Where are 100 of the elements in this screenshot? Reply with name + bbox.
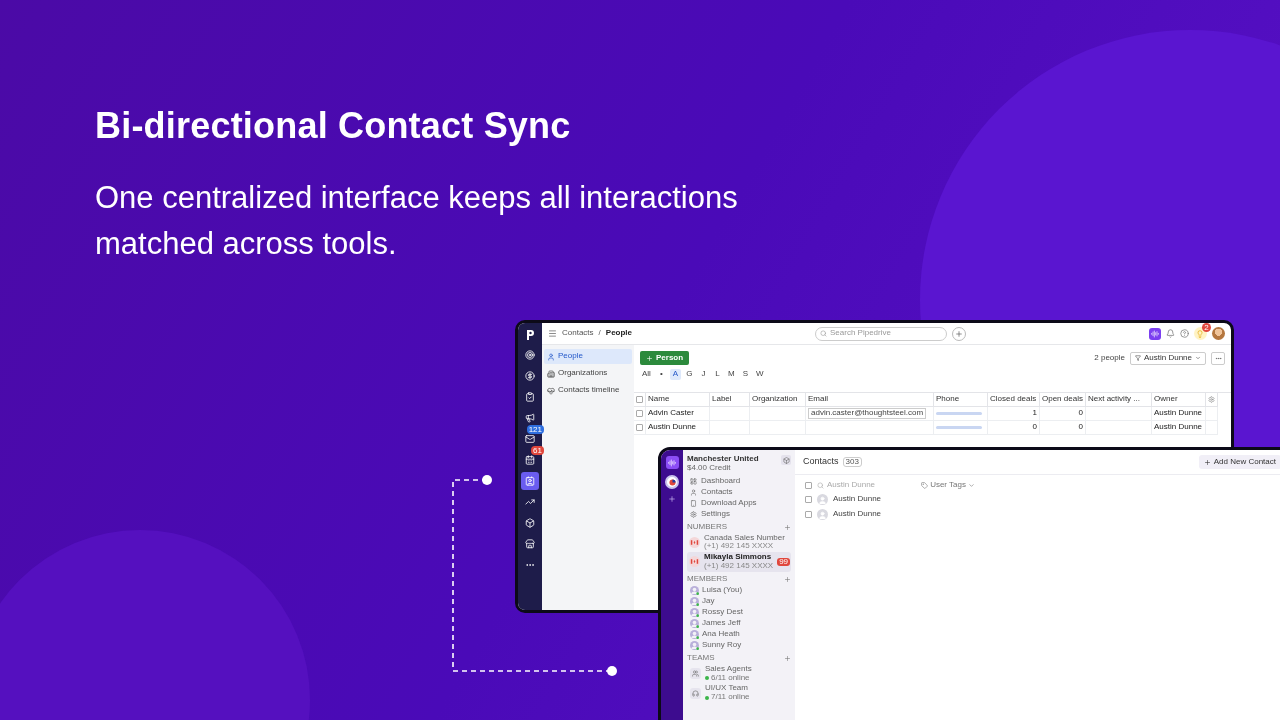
- breadcrumb-link[interactable]: Contacts: [562, 329, 594, 338]
- box-icon: [525, 518, 535, 528]
- team-name[interactable]: Sales Agents: [705, 664, 752, 674]
- email-field[interactable]: advin.caster@thoughtsteel.com: [808, 408, 927, 419]
- workspace-button[interactable]: [781, 455, 791, 465]
- letter-filter[interactable]: M: [725, 369, 737, 380]
- member-item[interactable]: Ana Heath: [687, 628, 791, 640]
- phone-icon: [690, 499, 697, 507]
- nav-item[interactable]: Settings: [687, 508, 791, 520]
- caret-icon: [968, 481, 975, 489]
- contact-row[interactable]: Austin Dunne: [805, 508, 975, 520]
- letter-filter[interactable]: J: [697, 369, 709, 380]
- plus-icon: [955, 329, 963, 338]
- count-badge: 121: [526, 425, 544, 434]
- column-header[interactable]: Next activity ...: [1086, 393, 1152, 407]
- side-menu-item[interactable]: Contacts timeline: [544, 383, 632, 398]
- table-cell: 0: [1040, 407, 1086, 421]
- nav-item[interactable]: Contacts: [687, 486, 791, 498]
- person-icon: [547, 352, 555, 361]
- add-icon[interactable]: [668, 495, 676, 503]
- tags-dropdown[interactable]: User Tags: [921, 481, 975, 490]
- number-name: Canada Sales Number: [704, 533, 785, 543]
- app-icon[interactable]: [1149, 327, 1161, 340]
- filter-icon: [1134, 355, 1141, 361]
- nav-item[interactable]: Dashboard: [687, 475, 791, 487]
- subtitle: One centralized interface keeps all interactions matched across tools.: [95, 179, 739, 263]
- owner-filter[interactable]: Austin Dunne: [1129, 351, 1206, 365]
- member-item[interactable]: James Jeff: [687, 617, 791, 629]
- plus-icon: [1203, 458, 1211, 466]
- table-cell: Austin Dunne: [646, 421, 710, 435]
- settings-icon[interactable]: [1208, 396, 1215, 403]
- table-cell: 1: [988, 407, 1040, 421]
- count-badge: 61: [531, 446, 544, 455]
- side-menu-item[interactable]: Organizations: [544, 366, 632, 381]
- contact-card-icon: [525, 476, 535, 486]
- checkbox[interactable]: [805, 481, 812, 489]
- blurred-text: [936, 426, 982, 429]
- online-status: 7/11 online: [711, 693, 750, 702]
- nav-button[interactable]: [521, 472, 539, 490]
- section-heading: NUMBERS: [687, 522, 727, 532]
- online-dot: [705, 675, 709, 680]
- blurred-text: [936, 412, 982, 415]
- help-icon[interactable]: [1180, 329, 1189, 338]
- page-title: People: [605, 329, 633, 338]
- section-heading: MEMBERS: [687, 574, 728, 584]
- logo-icon[interactable]: [665, 456, 679, 469]
- column-header[interactable]: Phone: [934, 393, 988, 407]
- table-cell: 0: [988, 421, 1040, 435]
- column-header[interactable]: Name: [646, 393, 710, 407]
- add-icon[interactable]: [784, 523, 791, 531]
- avatar: [817, 493, 828, 505]
- letter-filter[interactable]: G: [683, 369, 695, 380]
- online-dot: [705, 695, 709, 700]
- column-header[interactable]: Label: [710, 393, 750, 407]
- plus-icon: [646, 354, 653, 362]
- count-badge: 303: [842, 456, 862, 468]
- column-header[interactable]: Email: [806, 393, 934, 407]
- letter-filter[interactable]: W: [753, 369, 766, 380]
- user-avatar-icon: [690, 607, 699, 617]
- checkbox[interactable]: [805, 495, 812, 503]
- member-item[interactable]: Rossy Dest: [687, 606, 791, 618]
- table-cell: Advin Caster: [646, 407, 710, 421]
- add-icon[interactable]: [784, 654, 791, 662]
- letter-filter[interactable]: L: [711, 369, 723, 380]
- contact-row[interactable]: Austin Dunne: [805, 493, 975, 505]
- column-header[interactable]: Organization: [750, 393, 806, 407]
- checkbox[interactable]: [805, 510, 812, 518]
- building-icon: [547, 369, 555, 378]
- member-item[interactable]: Sunny Roy: [687, 639, 791, 651]
- letter-filter[interactable]: All: [640, 369, 653, 380]
- bulb-button[interactable]: [1194, 327, 1207, 340]
- heart-icon: [547, 386, 555, 395]
- user-avatar-icon: [690, 629, 699, 639]
- online-status: 6/11 online: [711, 673, 750, 683]
- column-header[interactable]: Open deals: [1040, 393, 1086, 407]
- letter-filter[interactable]: •: [655, 369, 667, 380]
- bell-icon[interactable]: [1166, 329, 1175, 338]
- member-item[interactable]: Jay: [687, 595, 791, 607]
- add-contact-button[interactable]: Add New Contact: [1198, 455, 1280, 469]
- member-item[interactable]: Luisa (You): [687, 584, 791, 596]
- dollar-icon: [525, 371, 535, 381]
- column-header[interactable]: Owner: [1152, 393, 1206, 407]
- checkbox[interactable]: [636, 424, 643, 431]
- letter-filter[interactable]: A: [669, 369, 681, 380]
- side-menu-item[interactable]: People: [544, 349, 632, 364]
- menu-icon[interactable]: [548, 329, 557, 338]
- tag-icon: [921, 481, 929, 489]
- number-item[interactable]: Canada Sales Number (+1) 492 145 XXXX: [687, 532, 791, 553]
- letter-filter[interactable]: S: [739, 369, 751, 380]
- credit-balance: $4.00 Credit: [687, 463, 732, 473]
- checkbox[interactable]: [636, 396, 643, 403]
- team-name[interactable]: UI/UX Team: [705, 684, 750, 694]
- nav-item[interactable]: Download Apps: [687, 497, 791, 509]
- phone-number: (+1) 492 145 XXXX: [704, 562, 774, 571]
- checkbox[interactable]: [636, 410, 643, 417]
- avatar[interactable]: [1212, 327, 1225, 340]
- column-header[interactable]: Closed deals: [988, 393, 1040, 407]
- add-icon[interactable]: [784, 575, 791, 583]
- team-logo-icon[interactable]: [665, 475, 679, 489]
- add-person-button[interactable]: Person: [640, 351, 690, 365]
